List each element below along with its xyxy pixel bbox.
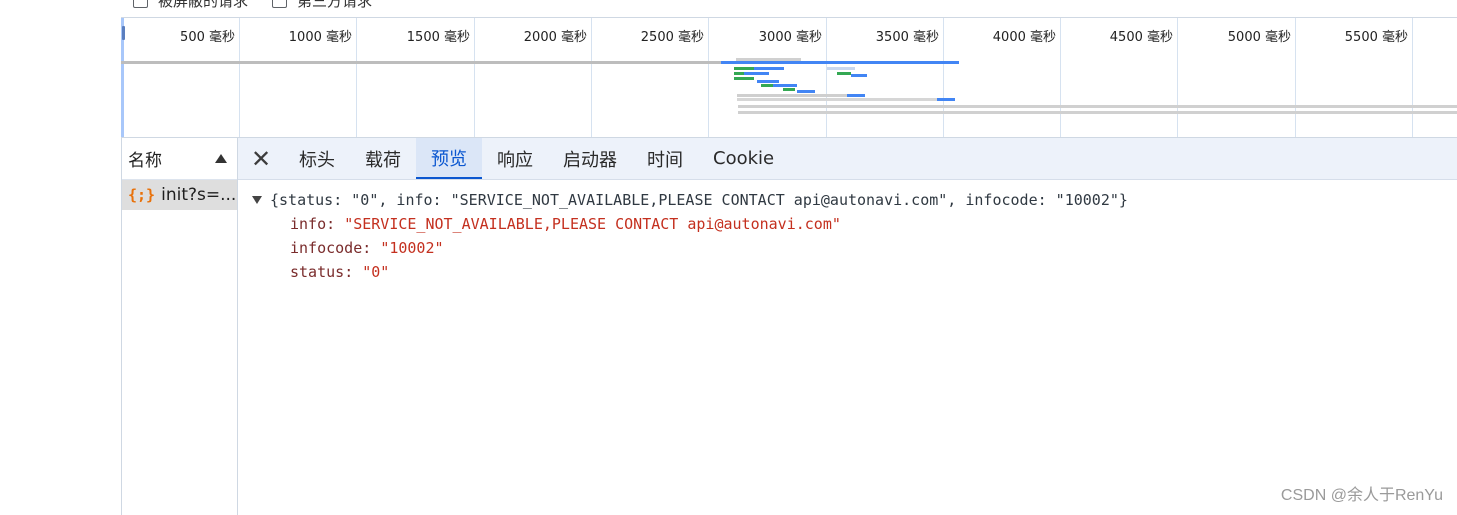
filter-blocked-requests[interactable]: 被屏蔽的请求 xyxy=(133,0,248,11)
checkbox-blocked[interactable] xyxy=(133,0,148,8)
csdn-watermark: CSDN @余人于RenYu xyxy=(1280,487,1443,504)
request-name: init?s=... xyxy=(161,185,237,205)
tick-line xyxy=(591,18,592,137)
filter-third-party-label: 第三方请求 xyxy=(297,0,373,10)
tick-label: 5500 毫秒 xyxy=(1344,30,1408,45)
close-detail-button[interactable]: ✕ xyxy=(238,138,284,179)
tab-preview[interactable]: 预览 xyxy=(416,138,482,179)
waterfall-bar xyxy=(851,74,867,77)
collapse-triangle-icon[interactable] xyxy=(252,196,262,204)
tick-line xyxy=(1412,18,1413,137)
prop-value: "0" xyxy=(362,263,390,281)
waterfall-bar xyxy=(847,94,865,97)
json-summary-line[interactable]: {status: "0", info: "SERVICE_NOT_AVAILAB… xyxy=(252,188,1457,212)
tick-label: 2500 毫秒 xyxy=(640,30,704,45)
waterfall-bar xyxy=(721,61,959,64)
waterfall-bar xyxy=(783,88,795,91)
tick-label: 4500 毫秒 xyxy=(1109,30,1173,45)
tick-label: 5000 毫秒 xyxy=(1227,30,1291,45)
tab-response[interactable]: 响应 xyxy=(482,138,548,179)
waterfall-bar xyxy=(797,90,815,93)
detail-tabbar: ✕ 标头 载荷 预览 响应 启动器 时间 Cookie xyxy=(238,138,1457,180)
tick-line xyxy=(826,18,827,137)
close-icon: ✕ xyxy=(250,144,272,173)
waterfall-bar xyxy=(761,84,773,87)
name-header-label: 名称 xyxy=(128,151,162,171)
network-overview[interactable]: 500 毫秒 1000 毫秒 1500 毫秒 2000 毫秒 2500 毫秒 3000 毫… xyxy=(121,17,1457,138)
tick-line xyxy=(943,18,944,137)
waterfall-bar xyxy=(734,67,754,70)
waterfall-bar xyxy=(734,77,754,80)
tick-label: 3500 毫秒 xyxy=(875,30,939,45)
waterfall-bar xyxy=(738,105,1457,108)
prop-key: status xyxy=(290,263,345,281)
json-property-infocode: infocode: "10002" xyxy=(290,239,444,257)
prop-key: infocode xyxy=(290,239,363,257)
tick-label: 1500 毫秒 xyxy=(406,30,470,45)
sort-ascending-icon[interactable] xyxy=(215,154,227,163)
waterfall-bar xyxy=(737,94,847,97)
tick-label: 3000 毫秒 xyxy=(758,30,822,45)
filter-third-party[interactable]: 第三方请求 xyxy=(272,0,372,11)
request-list: 名称 {;} init?s=... xyxy=(121,138,238,515)
tick-label: 500 毫秒 xyxy=(180,30,235,45)
tick-line xyxy=(356,18,357,137)
prop-value: "SERVICE_NOT_AVAILABLE,PLEASE CONTACT ap… xyxy=(344,215,841,233)
filter-blocked-label: 被屏蔽的请求 xyxy=(158,0,249,10)
name-column-header[interactable]: 名称 xyxy=(122,138,237,180)
tab-headers[interactable]: 标头 xyxy=(284,138,350,179)
tab-cookie[interactable]: Cookie xyxy=(698,138,789,179)
waterfall-bar xyxy=(738,111,1457,114)
tick-label: 4000 毫秒 xyxy=(992,30,1056,45)
waterfall-bar xyxy=(121,61,721,64)
tick-label: 2000 毫秒 xyxy=(523,30,587,45)
waterfall-bar xyxy=(737,98,937,101)
request-detail-pane: ✕ 标头 载荷 预览 响应 启动器 时间 Cookie {status: "0"… xyxy=(238,138,1457,515)
waterfall-bar xyxy=(757,80,779,83)
json-property-status: status: "0" xyxy=(290,263,390,281)
tab-initiator[interactable]: 启动器 xyxy=(548,138,632,179)
waterfall-bar xyxy=(937,98,955,101)
request-row[interactable]: {;} init?s=... xyxy=(122,180,237,210)
tick-label: 1000 毫秒 xyxy=(288,30,352,45)
tab-payload[interactable]: 载荷 xyxy=(350,138,416,179)
json-property-info: info: "SERVICE_NOT_AVAILABLE,PLEASE CONT… xyxy=(290,215,841,233)
tick-line xyxy=(239,18,240,137)
checkbox-third-party[interactable] xyxy=(272,0,288,8)
tick-line xyxy=(1177,18,1178,137)
waterfall-bar xyxy=(734,72,744,75)
tab-timing[interactable]: 时间 xyxy=(632,138,698,179)
tick-line xyxy=(708,18,709,137)
waterfall-bar xyxy=(736,58,801,61)
waterfall-bar xyxy=(837,72,851,75)
waterfall-bar xyxy=(744,72,769,75)
prop-key: info xyxy=(290,215,327,233)
tick-line xyxy=(1060,18,1061,137)
json-preview: {status: "0", info: "SERVICE_NOT_AVAILAB… xyxy=(238,180,1457,284)
tick-line xyxy=(474,18,475,137)
filter-strip: 被屏蔽的请求 第三方请求 xyxy=(121,0,1457,10)
waterfall-bar xyxy=(773,84,797,87)
prop-value: "10002" xyxy=(380,239,444,257)
overview-ticks: 500 毫秒 1000 毫秒 1500 毫秒 2000 毫秒 2500 毫秒 3000 毫… xyxy=(121,18,1457,137)
xhr-json-icon: {;} xyxy=(128,186,156,204)
tick-line xyxy=(1295,18,1296,137)
json-summary: {status: "0", info: "SERVICE_NOT_AVAILAB… xyxy=(270,191,1128,209)
waterfall-bar xyxy=(754,67,784,70)
waterfall-bar xyxy=(827,67,855,70)
